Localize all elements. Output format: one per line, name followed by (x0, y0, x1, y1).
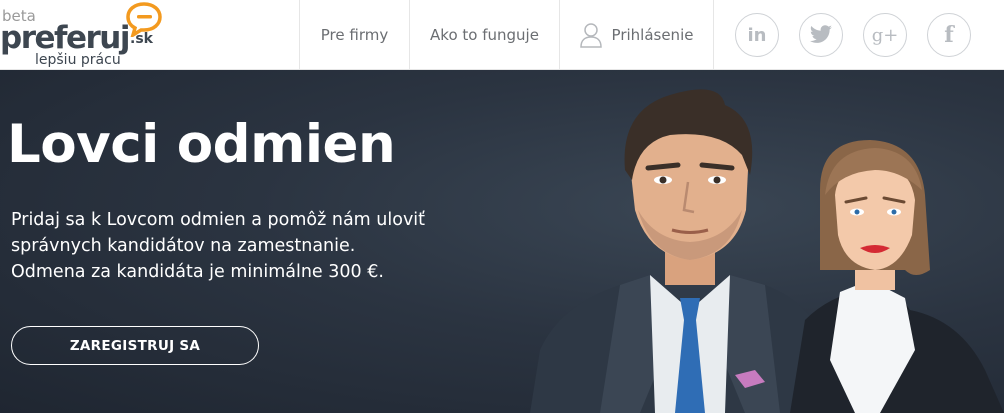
linkedin-icon[interactable]: in (735, 13, 779, 57)
googleplus-glyph: g+ (871, 24, 899, 46)
nav-link-for-companies[interactable]: Pre firmy (299, 0, 409, 70)
register-button[interactable]: ZAREGISTRUJ SA (11, 326, 259, 365)
nav-link-label: Pre firmy (320, 26, 389, 44)
social-links: in g+ f (713, 0, 1004, 70)
user-icon (579, 22, 602, 48)
facebook-icon[interactable]: f (927, 13, 971, 57)
logo-wordmark: preferuj (0, 20, 131, 56)
hero-title: Lovci odmien (7, 114, 396, 175)
googleplus-icon[interactable]: g+ (863, 13, 907, 57)
top-header: beta preferuj .sk lepšiu prácu Pre firmy… (0, 0, 1004, 70)
nav-link-label: Prihlásenie (611, 26, 694, 44)
twitter-icon[interactable] (799, 13, 843, 57)
hero-description: Pridaj sa k Lovcom odmien a pomôž nám ul… (11, 207, 491, 285)
hero-description-line: správnych kandidátov na zamestnanie. (11, 236, 356, 256)
register-button-label: ZAREGISTRUJ SA (69, 337, 201, 354)
logo-tagline: lepšiu prácu (35, 52, 121, 68)
hero-description-line: Pridaj sa k Lovcom odmien a pomôž nám ul… (11, 210, 426, 230)
linkedin-glyph: in (747, 24, 767, 46)
nav-link-how-it-works[interactable]: Ako to funguje (409, 0, 559, 70)
nav-link-label: Ako to funguje (430, 26, 539, 44)
logo[interactable]: beta preferuj .sk lepšiu prácu (0, 0, 175, 70)
hero-description-line: Odmena za kandidáta je minimálne 300 €. (11, 262, 384, 282)
nav-link-login[interactable]: Prihlásenie (559, 0, 713, 70)
hero-banner: Lovci odmien Pridaj sa k Lovcom odmien a… (0, 70, 1004, 413)
facebook-glyph: f (944, 22, 954, 48)
hero-illustration-business-people (530, 89, 1004, 413)
logo-domain: .sk (130, 31, 153, 47)
twitter-bird-icon (809, 25, 832, 43)
